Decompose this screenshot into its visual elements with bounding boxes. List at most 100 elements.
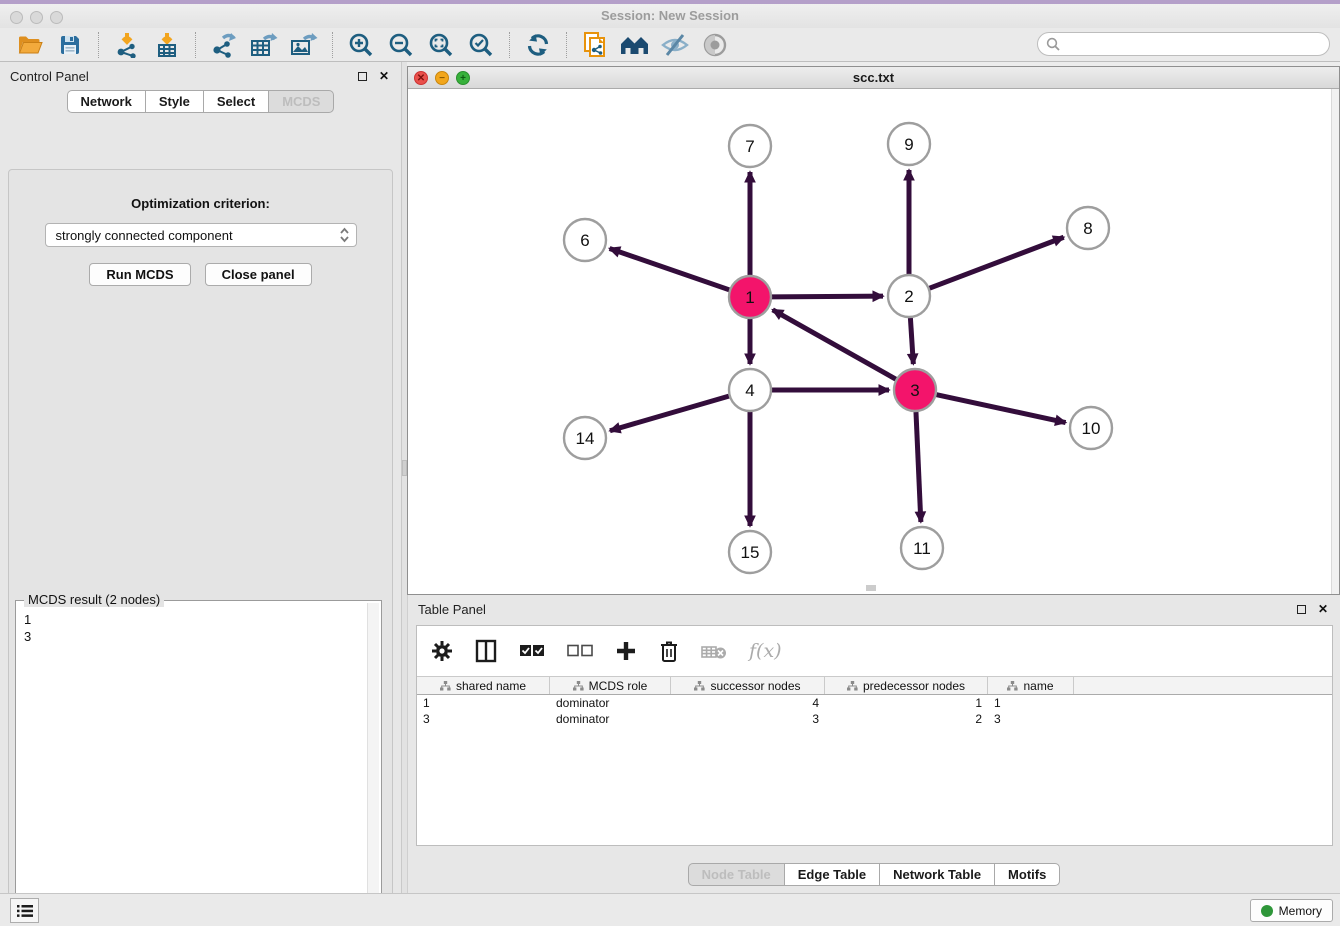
graph[interactable]: 7968124314101511 [408,89,1333,586]
split-columns-icon[interactable] [475,639,497,663]
save-session-icon[interactable] [55,31,85,59]
table-cell[interactable]: 3 [417,711,550,727]
column-label: shared name [456,679,526,693]
tab-mcds[interactable]: MCDS [268,90,334,113]
float-panel-icon[interactable] [355,69,369,83]
table-toolbar: f(x) [417,626,1332,676]
minimize-window-button[interactable] [30,11,43,24]
optimization-criterion-label: Optimization criterion: [9,196,392,211]
mcds-result-legend: MCDS result (2 nodes) [24,592,164,607]
app-titlebar: Session: New Session [0,4,1340,28]
mcds-result-text[interactable]: 1 3 [24,611,365,917]
table-cell[interactable]: 3 [671,711,825,727]
run-mcds-button[interactable]: Run MCDS [89,263,190,286]
close-panel-button[interactable]: Close panel [205,263,312,286]
node-label-11: 11 [913,539,931,558]
node-label-4: 4 [745,381,754,400]
network-scrollbar[interactable] [1331,89,1339,594]
table-row[interactable]: 1dominator411 [417,695,1332,711]
table-cell[interactable]: 4 [671,695,825,711]
table-panel-title: Table Panel [418,602,486,617]
edge-3-1[interactable] [773,310,896,379]
memory-label: Memory [1279,904,1322,918]
home-icon[interactable] [620,31,650,59]
app-title: Session: New Session [0,4,1340,28]
import-table-icon[interactable] [152,31,182,59]
zoom-out-icon[interactable] [386,31,416,59]
column-header-shared-name[interactable]: shared name [417,677,550,694]
column-header-name[interactable]: name [988,677,1074,694]
table-header-row[interactable]: shared name MCDS role successor nodes prede… [417,676,1332,695]
node-table-container: f(x) shared name MCDS role successor nodes… [416,625,1333,846]
hide-view-eye-slash-icon[interactable] [660,31,690,59]
table-cell[interactable]: 1 [825,695,988,711]
column-header-MCDS-role[interactable]: MCDS role [550,677,671,694]
zoom-selected-icon[interactable] [466,31,496,59]
close-panel-icon[interactable]: ✕ [377,69,391,83]
edge-4-14[interactable] [610,396,729,431]
export-table-icon[interactable] [249,31,279,59]
zoom-fit-icon[interactable] [426,31,456,59]
table-cell[interactable]: 3 [988,711,1074,727]
settings-gear-icon[interactable] [431,640,453,662]
select-stepper-icon [339,227,350,243]
task-history-button[interactable] [10,898,39,923]
optimization-criterion-select[interactable]: strongly connected component [45,223,357,247]
tab-node-table[interactable]: Node Table [688,863,784,886]
close-table-panel-icon[interactable]: ✕ [1316,602,1330,616]
zoom-window-button[interactable] [50,11,63,24]
memory-button[interactable]: Memory [1250,899,1333,922]
tab-select[interactable]: Select [203,90,268,113]
import-network-icon[interactable] [112,31,142,59]
mcds-panel: Optimization criterion: strongly connect… [8,169,393,926]
deselect-all-icon[interactable] [567,644,593,658]
network-minimize-button[interactable]: − [435,71,449,85]
network-resize-grip[interactable] [866,585,876,591]
close-window-button[interactable] [10,11,23,24]
edge-3-10[interactable] [937,395,1066,423]
open-session-icon[interactable] [15,31,45,59]
add-row-icon[interactable] [615,640,637,662]
table-row[interactable]: 3dominator323 [417,711,1332,727]
table-cell[interactable]: dominator [550,711,671,727]
zoom-in-icon[interactable] [346,31,376,59]
table-cell[interactable]: 2 [825,711,988,727]
column-label: successor nodes [710,679,800,693]
tab-style[interactable]: Style [145,90,203,113]
table-cell[interactable]: dominator [550,695,671,711]
select-all-icon[interactable] [519,644,545,658]
delete-row-trash-icon[interactable] [659,640,679,663]
node-label-10: 10 [1082,419,1101,438]
column-header-predecessor-nodes[interactable]: predecessor nodes [825,677,988,694]
edge-1-6[interactable] [610,248,730,289]
tab-edge-table[interactable]: Edge Table [784,863,879,886]
edge-2-8[interactable] [930,237,1064,288]
tab-network[interactable]: Network [67,90,145,113]
tab-network-table[interactable]: Network Table [879,863,994,886]
show-view-eye-icon[interactable] [700,31,730,59]
table-cell[interactable]: 1 [988,695,1074,711]
edge-1-2[interactable] [772,296,883,297]
attribute-type-icon [1007,681,1018,691]
network-canvas[interactable]: 7968124314101511 [408,89,1331,584]
refresh-layout-icon[interactable] [523,31,553,59]
table-body: 1dominator4113dominator323 [417,695,1332,727]
copy-network-icon[interactable] [580,31,610,59]
column-header-successor-nodes[interactable]: successor nodes [671,677,825,694]
table-cell[interactable]: 1 [417,695,550,711]
network-close-button[interactable]: ✕ [414,71,428,85]
network-maximize-button[interactable]: + [456,71,470,85]
search-input[interactable] [1060,37,1310,51]
search-field[interactable] [1037,32,1330,56]
network-window-titlebar[interactable]: ✕ − + scc.txt [408,67,1339,89]
table-panel: Table Panel ✕ [407,595,1340,893]
edge-2-3[interactable] [910,318,913,364]
export-network-icon[interactable] [209,31,239,59]
float-table-panel-icon[interactable] [1294,602,1308,616]
search-icon [1046,37,1060,51]
export-image-icon[interactable] [289,31,319,59]
edge-3-11[interactable] [916,412,921,522]
result-scrollbar[interactable] [367,603,379,917]
toolbar-separator [98,32,99,58]
tab-motifs[interactable]: Motifs [994,863,1060,886]
